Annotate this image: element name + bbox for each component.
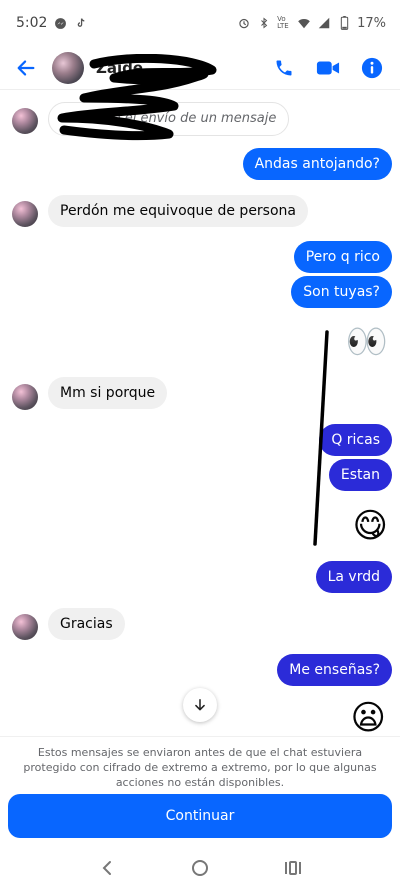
contact-name[interactable]: Zaide [96, 59, 143, 77]
message-row: Q ricas [0, 424, 400, 456]
sender-avatar [12, 108, 38, 134]
status-time: 5:02 [16, 15, 48, 31]
volte-indicator: Vo LTE [277, 15, 289, 30]
message-row: Mm si porque [0, 377, 400, 410]
video-icon [316, 61, 340, 74]
message-row: Pero q rico [0, 241, 400, 273]
video-call-button[interactable] [312, 52, 344, 84]
scroll-to-bottom-button[interactable] [183, 688, 217, 722]
info-button[interactable] [356, 52, 388, 84]
encryption-notice-footer: Estos mensajes se enviaron antes de que … [0, 736, 400, 846]
nav-back-button[interactable] [87, 848, 127, 888]
incoming-message[interactable]: Mm si porque [48, 377, 168, 409]
message-row: Perdón me equivoque de persona [0, 195, 400, 227]
incoming-message[interactable]: Perdón me equivoque de persona [48, 195, 308, 227]
outgoing-message[interactable]: Q ricas [319, 424, 392, 456]
home-circle-icon [191, 859, 208, 876]
system-nav-bar [0, 846, 400, 889]
message-row: Estan [0, 459, 400, 491]
unsent-message-notice: ló el envío de un mensaje [48, 102, 290, 136]
phone-icon [276, 60, 292, 75]
contact-avatar[interactable] [52, 51, 84, 84]
tiktok-notification-icon [73, 16, 87, 30]
chevron-left-icon [102, 860, 111, 875]
incoming-message[interactable]: Gracias [48, 608, 125, 640]
outgoing-message[interactable]: La vrdd [315, 561, 392, 593]
battery-level: 17% [357, 15, 386, 31]
sender-avatar [12, 201, 38, 227]
arrow-down-icon [195, 698, 205, 711]
continue-button[interactable]: Continuar [8, 794, 392, 838]
outgoing-message[interactable]: Son tuyas? [291, 276, 392, 308]
back-button[interactable] [4, 46, 48, 90]
recents-icon [285, 860, 302, 875]
sender-avatar [12, 384, 38, 410]
info-icon [361, 57, 383, 78]
outgoing-message[interactable]: Andas antojando? [242, 148, 392, 180]
outgoing-message[interactable]: Me enseñas? [277, 654, 392, 686]
nav-home-button[interactable] [180, 848, 220, 888]
alarm-icon [237, 16, 251, 30]
message-row: La vrdd [0, 561, 400, 593]
message-row: Me enseñas? [0, 654, 400, 686]
yum-emoji-message[interactable]: 😋 [353, 506, 388, 546]
sender-avatar [12, 614, 38, 640]
battery-icon [337, 16, 351, 30]
bluetooth-icon [257, 16, 271, 30]
outgoing-message[interactable]: Estan [328, 459, 392, 491]
frowning-emoji-message[interactable]: 😦 [351, 698, 386, 738]
outgoing-message[interactable]: Pero q rico [293, 241, 392, 273]
signal-icon [317, 16, 331, 30]
encryption-notice-text: Estos mensajes se enviaron antes de que … [23, 746, 377, 789]
message-row: Andas antojando? [0, 148, 400, 180]
message-row: Gracias [0, 608, 400, 640]
status-bar: 5:02 Vo LTE 17% [0, 0, 400, 46]
nav-recents-button[interactable] [273, 848, 313, 888]
chat-header: Zaide [0, 46, 400, 90]
back-arrow-icon [17, 59, 35, 76]
message-row: Son tuyas? [0, 276, 400, 308]
eyes-emoji-message[interactable]: 👀 [346, 322, 388, 362]
message-row: ló el envío de un mensaje [0, 100, 400, 140]
audio-call-button[interactable] [268, 52, 300, 84]
wifi-icon [297, 16, 311, 30]
messenger-notification-icon [53, 16, 67, 30]
